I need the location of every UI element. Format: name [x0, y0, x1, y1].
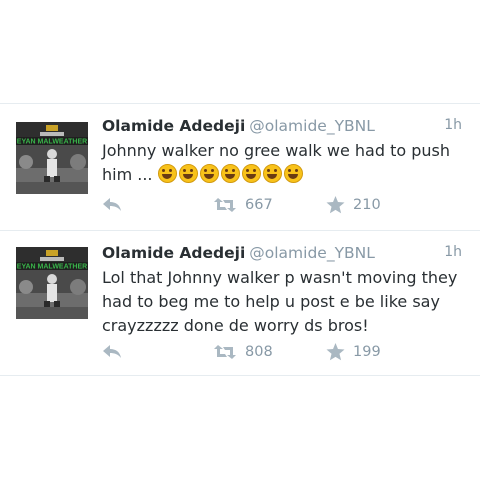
reply-icon [103, 198, 121, 211]
author-name[interactable]: Olamide Adedeji @olamide_YBNL [102, 244, 375, 262]
tweet-timestamp[interactable]: 1h [444, 244, 462, 260]
tweet-text: Johnny walker no gree walk we had to pus… [102, 139, 468, 187]
tweet-actions: 808 199 [0, 340, 480, 364]
favorite-count: 210 [353, 197, 381, 213]
author-name[interactable]: Olamide Adedeji @olamide_YBNL [102, 117, 375, 135]
tweet-text: Lol that Johnny walker p wasn't moving t… [102, 266, 468, 338]
retweet-button[interactable]: 808 [213, 340, 273, 364]
retweet-icon [214, 345, 236, 359]
laughing-face-icon [283, 164, 303, 183]
avatar[interactable]: EYAN MALWEATHER [16, 122, 88, 194]
star-icon [326, 343, 345, 361]
favorite-count: 199 [353, 344, 381, 360]
emoji-row [157, 164, 305, 184]
laughing-face-icon [220, 164, 240, 183]
tweet-timestamp[interactable]: 1h [444, 117, 462, 133]
retweet-button[interactable]: 667 [213, 193, 273, 217]
author-name-text[interactable]: Olamide Adedeji [102, 117, 245, 135]
tweet[interactable]: EYAN MALWEATHER Olamide Adedeji @olamide_… [0, 103, 480, 230]
avatar[interactable]: EYAN MALWEATHER [16, 247, 88, 319]
favorite-button[interactable]: 210 [326, 193, 381, 217]
avatar-title-text: EYAN MALWEATHER [17, 264, 87, 271]
retweet-count: 667 [245, 197, 273, 213]
retweet-count: 808 [245, 344, 273, 360]
divider-bottom [0, 375, 480, 376]
tweet[interactable]: EYAN MALWEATHER Olamide Adedeji @olamide_… [0, 230, 480, 375]
laughing-face-icon [178, 164, 198, 183]
reply-icon [103, 345, 121, 358]
author-name-text[interactable]: Olamide Adedeji [102, 244, 245, 262]
tweet-text-body: Lol that Johnny walker p wasn't moving t… [102, 268, 458, 335]
laughing-face-icon [157, 164, 177, 183]
retweet-icon [214, 198, 236, 212]
favorite-button[interactable]: 199 [326, 340, 381, 364]
laughing-face-icon [199, 164, 219, 183]
author-handle[interactable]: @olamide_YBNL [249, 244, 375, 262]
tweet-actions: 667 210 [0, 193, 480, 217]
laughing-face-icon [241, 164, 261, 183]
reply-button[interactable] [102, 193, 122, 217]
reply-button[interactable] [102, 340, 122, 364]
author-handle[interactable]: @olamide_YBNL [249, 117, 375, 135]
star-icon [326, 196, 345, 214]
avatar-title-text: EYAN MALWEATHER [17, 139, 87, 146]
laughing-face-icon [262, 164, 282, 183]
